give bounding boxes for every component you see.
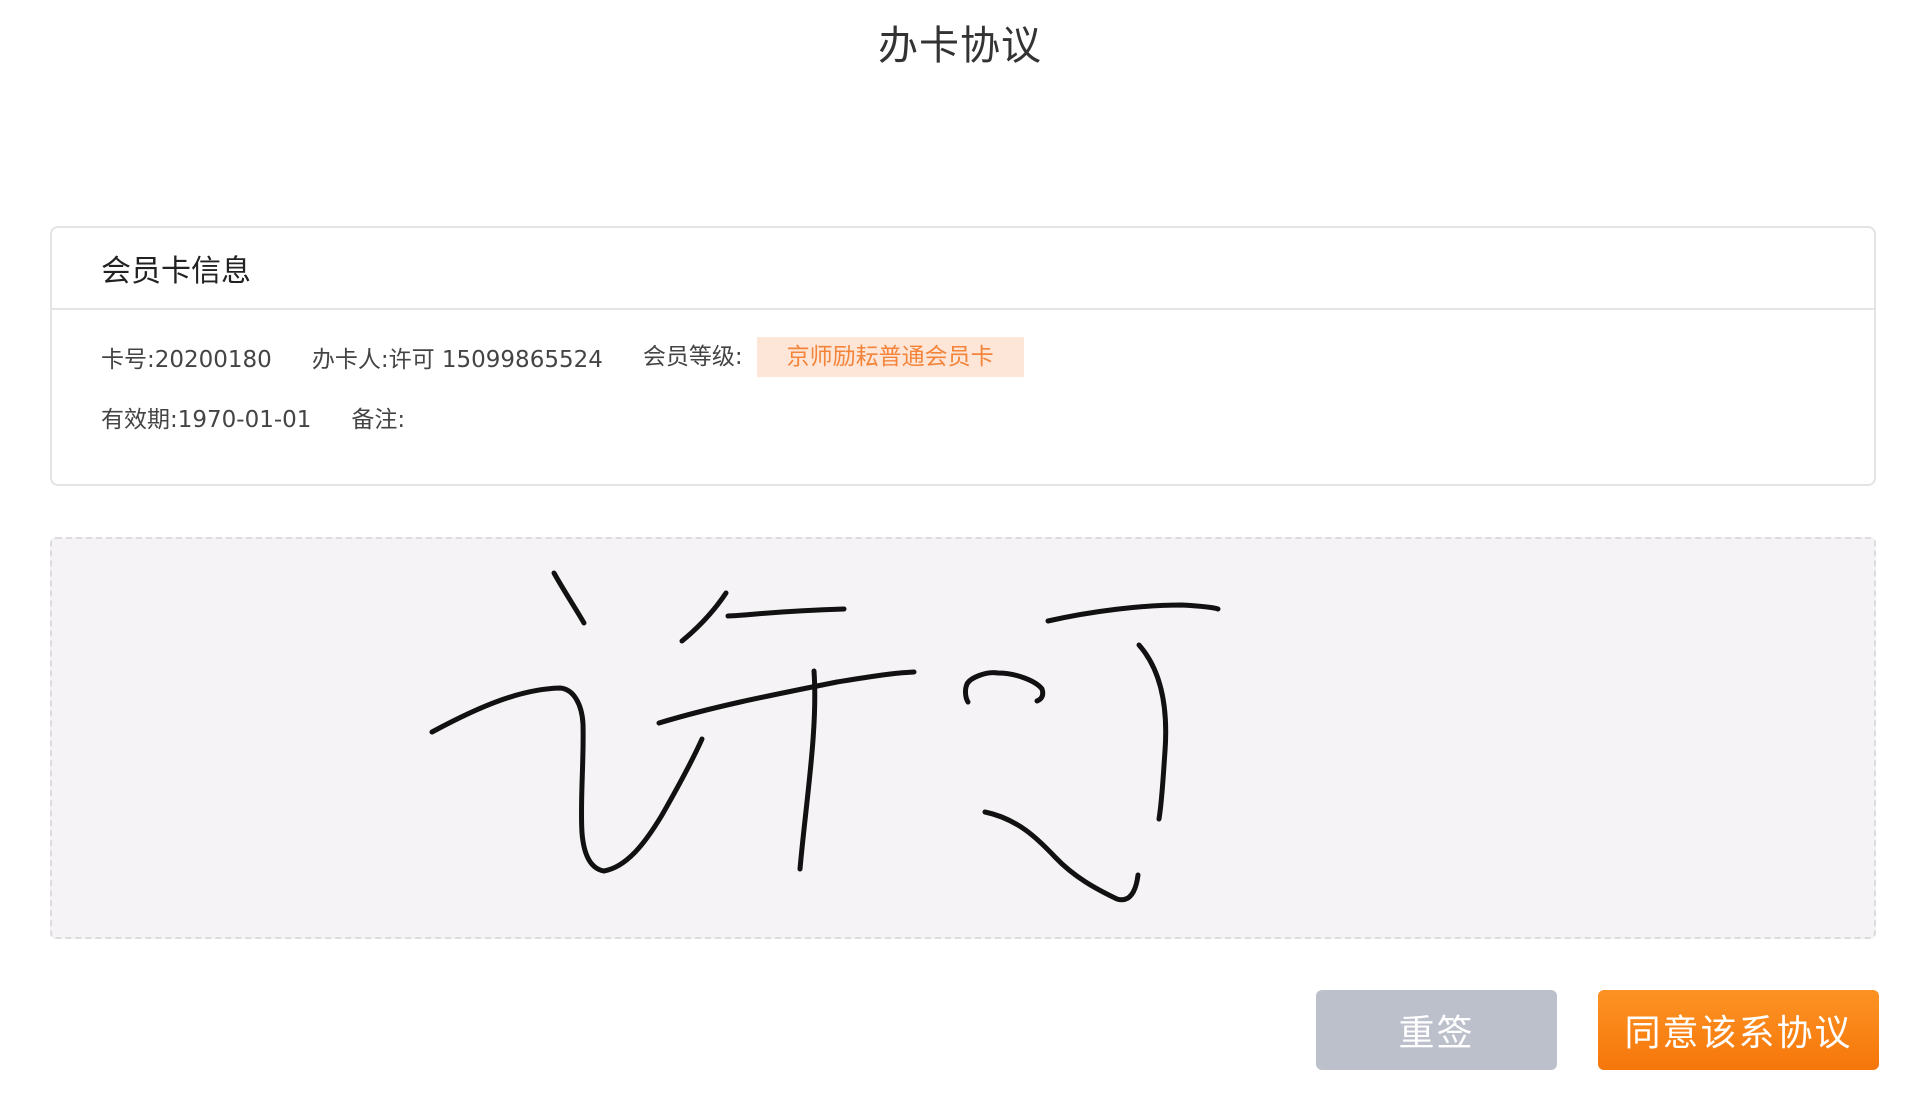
remark-label: 备注:: [351, 407, 406, 433]
info-row-secondary: 有效期:1970-01-01 备注:: [101, 394, 1874, 440]
card-number-value: 20200180: [154, 347, 272, 373]
remark: 备注:: [351, 400, 405, 434]
agreement-page: 办卡协议 会员卡信息 卡号:20200180 办卡人:许可 1509986552…: [0, 0, 1920, 1116]
card-holder: 办卡人:许可 15099865524: [312, 340, 603, 374]
member-level-label: 会员等级:: [642, 344, 743, 370]
expiry-date: 有效期:1970-01-01: [101, 400, 311, 434]
signature-stroke: [962, 681, 971, 705]
handwritten-signature: [429, 570, 1221, 903]
expiry-date-value: 1970-01-01: [177, 407, 312, 433]
signature-stroke: [429, 685, 705, 874]
agree-agreement-button[interactable]: 同意该系协议: [1598, 990, 1879, 1070]
expiry-date-label: 有效期:: [101, 407, 178, 433]
signature-stroke: [1045, 602, 1221, 624]
signature-stroke: [679, 590, 729, 644]
card-body: 卡号:20200180 办卡人:许可 15099865524 会员等级: 京师励耘…: [52, 310, 1874, 440]
page-title: 办卡协议: [878, 23, 1042, 69]
resign-button[interactable]: 重签: [1316, 990, 1557, 1070]
card-header: 会员卡信息: [52, 228, 1874, 310]
member-level-badge: 京师励耘普通会员卡: [756, 337, 1024, 377]
signature-stroke: [551, 570, 587, 626]
signature-stroke: [725, 606, 847, 619]
member-level: 会员等级: 京师励耘普通会员卡: [643, 337, 1024, 377]
card-holder-label: 办卡人:: [311, 347, 389, 373]
signature-stroke: [797, 668, 818, 872]
signature-stroke: [1136, 642, 1169, 822]
card-number: 卡号:20200180: [101, 340, 272, 374]
info-row-primary: 卡号:20200180 办卡人:许可 15099865524 会员等级: 京师励耘…: [101, 334, 1874, 380]
membership-info-card: 会员卡信息 卡号:20200180 办卡人:许可 15099865524 会员等…: [50, 226, 1876, 486]
card-header-title: 会员卡信息: [101, 254, 251, 289]
signature-stroke: [964, 670, 1046, 704]
signature-pad[interactable]: [50, 537, 1876, 939]
card-number-label: 卡号:: [101, 347, 155, 373]
card-holder-value: 许可 15099865524: [388, 347, 603, 373]
signature-stroke: [982, 809, 1141, 903]
signature-stroke: [656, 669, 917, 726]
